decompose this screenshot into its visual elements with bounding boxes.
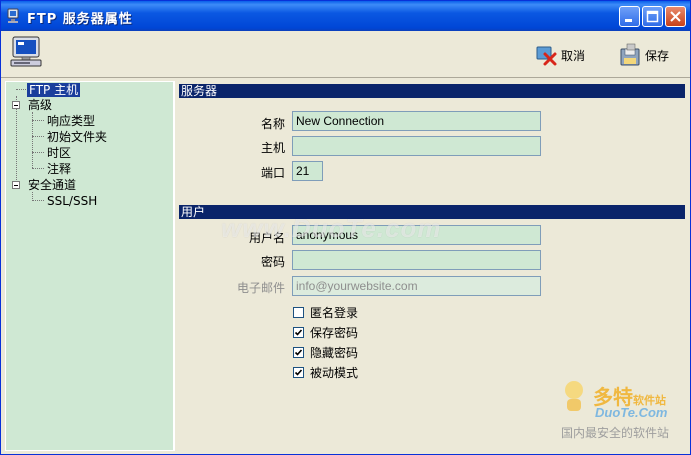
checkbox-checked-icon[interactable] — [293, 367, 304, 378]
checkbox-checked-icon[interactable] — [293, 327, 304, 338]
port-field[interactable]: 21 — [292, 161, 323, 181]
password-label: 密码 — [260, 255, 285, 269]
username-field[interactable]: anonymous — [292, 225, 541, 245]
server-section-header: 服务器 — [179, 84, 685, 98]
settings-tree: FTP 主机 高级 响应类型 初始文件夹 时区 注释 安全通道 SSL/SSH — [5, 81, 175, 451]
anonymous-login-checkbox[interactable]: 匿名登录 — [293, 304, 358, 321]
tree-item-ssl-ssh[interactable]: SSL/SSH — [47, 194, 97, 208]
minimize-button[interactable] — [619, 6, 640, 27]
anonymous-login-label: 匿名登录 — [310, 306, 359, 320]
cancel-label: 取消 — [561, 48, 586, 63]
tree-item-secure-channel[interactable]: 安全通道 — [28, 178, 76, 192]
tree-item-timezone[interactable]: 时区 — [47, 146, 71, 160]
tree-collapse-secure-channel-icon[interactable] — [12, 181, 20, 189]
tree-line — [32, 136, 44, 137]
server-computer-icon — [10, 36, 42, 67]
password-field[interactable] — [292, 250, 541, 270]
properties-panel: 服务器 名称 New Connection 主机 端口 21 用户 用户名 an… — [177, 81, 688, 451]
cancel-icon — [536, 46, 557, 66]
toolbar: 取消 保存 — [1, 31, 690, 78]
save-password-checkbox[interactable]: 保存密码 — [293, 324, 358, 341]
name-label: 名称 — [260, 117, 285, 131]
user-section-header: 用户 — [179, 205, 685, 219]
save-button[interactable]: 保存 — [619, 41, 669, 69]
passive-mode-label: 被动模式 — [310, 366, 359, 380]
tree-item-advanced[interactable]: 高级 — [28, 98, 52, 112]
tree-line — [16, 96, 17, 188]
maximize-icon — [646, 10, 659, 23]
tree-item-ftp-host[interactable]: FTP 主机 — [27, 83, 81, 97]
name-field[interactable]: New Connection — [292, 111, 541, 131]
checkbox-checked-icon[interactable] — [293, 347, 304, 358]
tree-line — [32, 200, 44, 201]
email-field[interactable]: info@yourwebsite.com — [292, 276, 541, 296]
window-title: FTP 服务器属性 — [27, 12, 133, 27]
tree-item-response-type[interactable]: 响应类型 — [47, 114, 95, 128]
port-label: 端口 — [260, 166, 285, 180]
tree-line — [32, 152, 44, 153]
save-icon — [620, 43, 640, 66]
title-bar[interactable]: FTP 服务器属性 — [1, 1, 690, 31]
passive-mode-checkbox[interactable]: 被动模式 — [293, 364, 358, 381]
app-icon — [7, 8, 19, 23]
close-icon — [670, 11, 681, 22]
username-label: 用户名 — [248, 231, 285, 245]
tree-line — [16, 89, 26, 90]
tree-item-comments[interactable]: 注释 — [47, 162, 71, 176]
maximize-button[interactable] — [642, 6, 663, 27]
close-button[interactable] — [665, 6, 686, 27]
cancel-button[interactable]: 取消 — [535, 41, 585, 69]
host-label: 主机 — [260, 141, 285, 155]
hide-password-checkbox[interactable]: 隐藏密码 — [293, 344, 358, 361]
minimize-icon — [625, 19, 632, 22]
email-label: 电子邮件 — [236, 281, 285, 295]
ftp-server-properties-window: FTP 服务器属性 取消 保存 FTP 主机 高级 响应类型 初始文件夹 时区 … — [0, 0, 691, 455]
host-field[interactable] — [292, 136, 541, 156]
tree-line — [32, 120, 44, 121]
checkbox-unchecked-icon[interactable] — [293, 307, 304, 318]
hide-password-label: 隐藏密码 — [310, 346, 359, 360]
tree-collapse-advanced-icon[interactable] — [12, 101, 20, 109]
tree-item-initial-folder[interactable]: 初始文件夹 — [47, 130, 107, 144]
tree-line — [32, 168, 44, 169]
save-password-label: 保存密码 — [310, 326, 359, 340]
save-label: 保存 — [645, 48, 670, 63]
